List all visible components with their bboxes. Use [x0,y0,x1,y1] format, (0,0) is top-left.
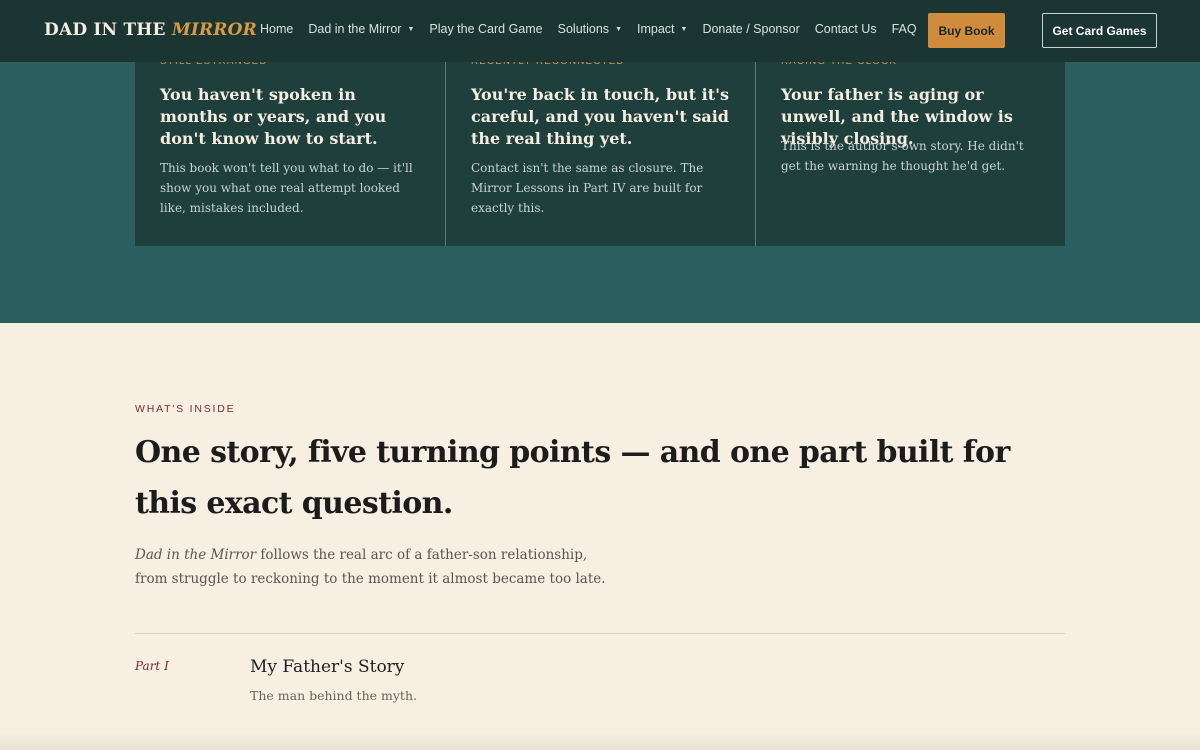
chevron-down-icon: ▼ [680,25,688,33]
site-header: DAD IN THE MIRROR Home Dad in the Mirror… [0,0,1200,62]
nav-faq-label: FAQ [891,22,917,36]
part-subtitle: The man behind the myth. [250,688,417,703]
site-logo[interactable]: DAD IN THE MIRROR [44,20,257,40]
section-lede: Dad in the Mirror follows the real arc o… [135,543,615,591]
nav-play-card-game-label: Play the Card Game [429,22,543,36]
card-body: This book won't tell you what to do — it… [160,161,413,215]
book-title-italic: Dad in the Mirror [135,547,257,563]
bottom-shadow [0,732,1200,750]
nav-dad-in-the-mirror[interactable]: Dad in the Mirror ▼ [308,22,414,36]
nav-play-card-game[interactable]: Play the Card Game [429,22,542,36]
situation-card: STILL ESTRANGED You haven't spoken in mo… [135,58,445,246]
chevron-down-icon: ▼ [615,25,622,33]
whats-inside-section: WHAT'S INSIDE One story, five turning po… [0,323,1200,750]
logo-text-accent: MIRROR [171,20,257,40]
card-body: Contact isn't the same as closure. The M… [471,161,704,215]
nav-contact-us-label: Contact Us [814,22,877,36]
part-label: Part I [135,659,169,673]
nav-donate-sponsor[interactable]: Donate / Sponsor [702,22,799,36]
logo-text-main: DAD IN THE [44,20,166,40]
nav-donate-sponsor-label: Donate / Sponsor [702,22,800,36]
card-title: You haven't spoken in months or years, a… [160,85,387,148]
card-title: You're back in touch, but it's careful, … [471,85,730,148]
situation-card: RACING THE CLOCK Your father is aging or… [755,58,1065,246]
section-eyebrow: WHAT'S INSIDE [135,403,236,415]
divider [135,633,1065,634]
main-nav: Home Dad in the Mirror ▼ Play the Card Ga… [260,22,932,36]
nav-home[interactable]: Home [260,22,293,36]
nav-solutions[interactable]: Solutions ▼ [558,22,622,36]
situation-cards: STILL ESTRANGED You haven't spoken in mo… [135,58,1065,246]
card-body: This is the author's own story. He didn'… [781,139,1024,173]
chevron-down-icon: ▼ [407,25,415,33]
nav-solutions-label: Solutions [557,22,610,36]
nav-dad-in-the-mirror-label: Dad in the Mirror [308,22,402,36]
nav-faq[interactable]: FAQ [892,22,917,36]
get-card-games-button[interactable]: Get Card Games [1042,13,1157,48]
nav-impact-label: Impact [637,22,675,36]
section-headline: One story, five turning points — and one… [135,435,1010,521]
part-title: My Father's Story [250,657,405,677]
nav-contact-us[interactable]: Contact Us [815,22,877,36]
nav-home-label: Home [260,22,294,36]
nav-impact[interactable]: Impact ▼ [637,22,687,36]
buy-book-button[interactable]: Buy Book [928,13,1005,48]
situation-card: RECENTLY RECONNECTED You're back in touc… [445,58,755,246]
